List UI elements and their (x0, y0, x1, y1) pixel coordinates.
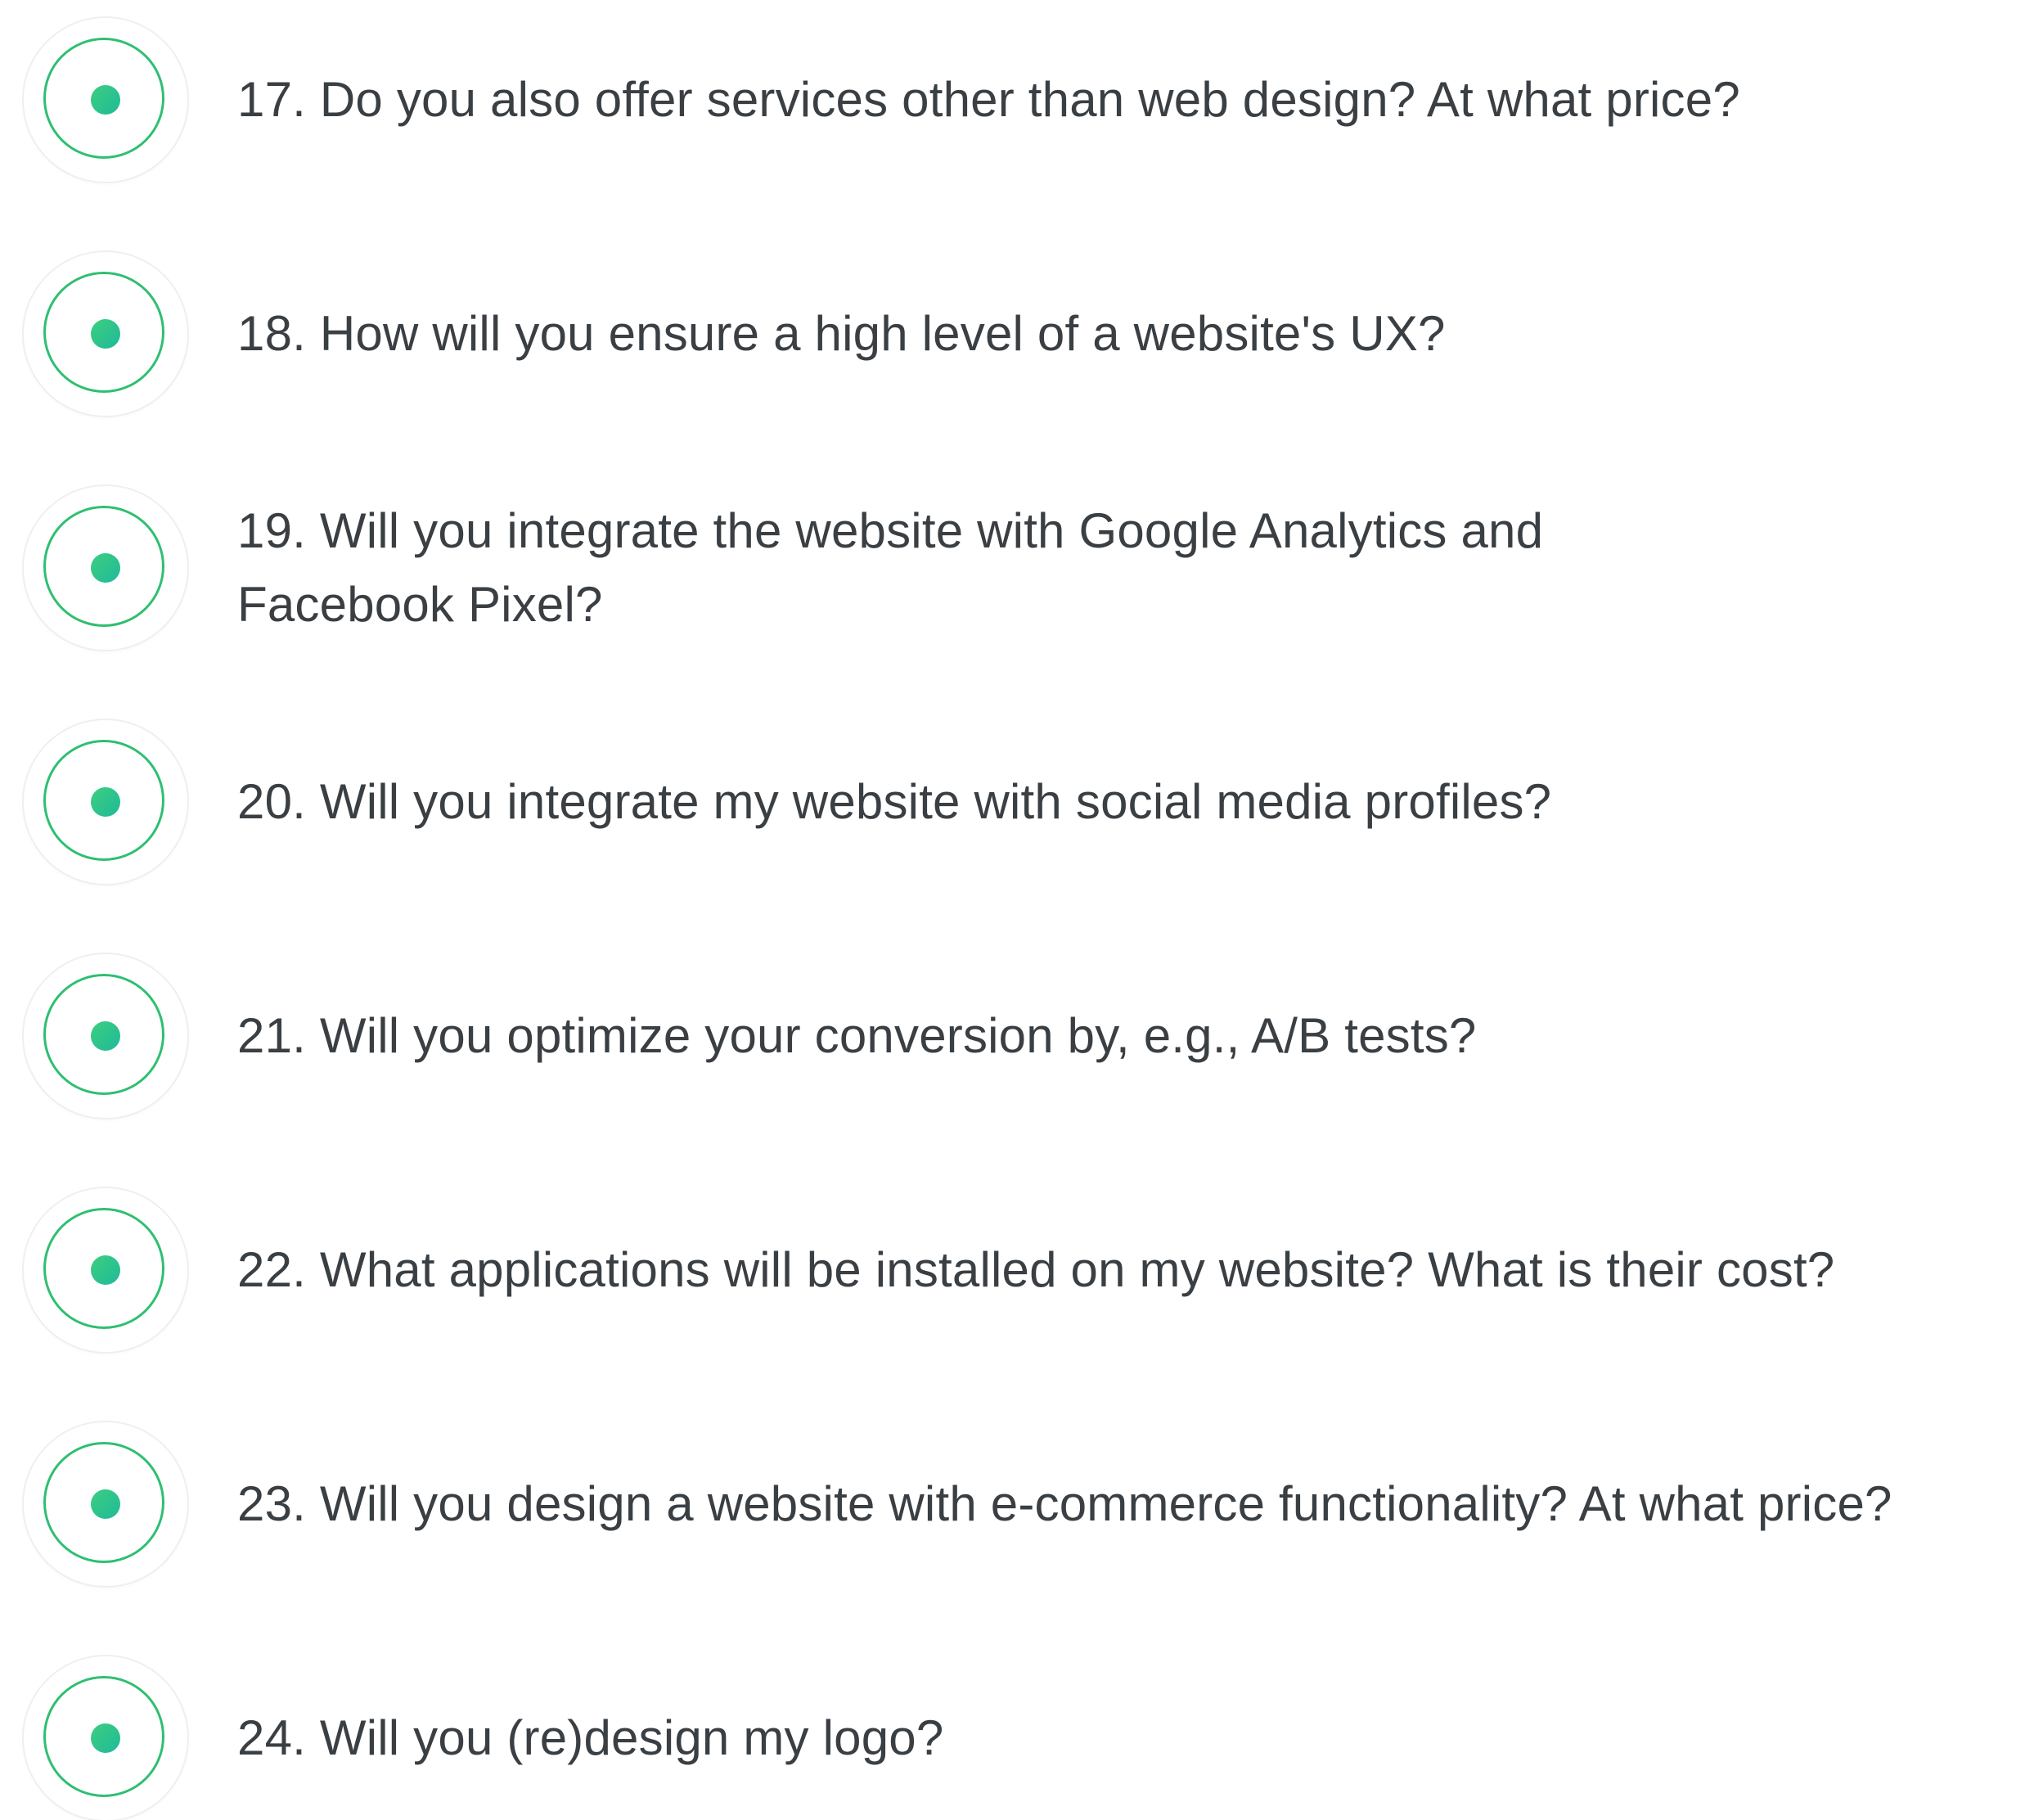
radio-dot-icon (24, 1422, 187, 1586)
dot (91, 319, 120, 349)
faq-question[interactable]: 20. Will you integrate my website with s… (237, 765, 2021, 839)
faq-question[interactable]: 24. Will you (re)design my logo? (237, 1701, 2021, 1775)
faq-question[interactable]: 17. Do you also offer services other tha… (237, 63, 2021, 137)
dot (91, 85, 120, 115)
radio-dot-icon (24, 486, 187, 650)
radio-dot-icon (24, 1656, 187, 1820)
dot (91, 1021, 120, 1051)
dot (91, 553, 120, 583)
dot (91, 1255, 120, 1285)
radio-dot-icon (24, 720, 187, 884)
radio-dot-icon (24, 18, 187, 182)
dot (91, 787, 120, 817)
faq-question[interactable]: 18. How will you ensure a high level of … (237, 297, 2021, 371)
dot (91, 1489, 120, 1519)
radio-dot-icon (24, 1188, 187, 1352)
faq-question[interactable]: 19. Will you integrate the website with … (237, 494, 2021, 642)
faq-question[interactable]: 23. Will you design a website with e-com… (237, 1467, 2021, 1541)
radio-dot-icon (24, 252, 187, 416)
faq-question[interactable]: 22. What applications will be installed … (237, 1233, 2021, 1307)
dot (91, 1723, 120, 1753)
faq-question[interactable]: 21. Will you optimize your conversion by… (237, 999, 2021, 1073)
faq-list: 17. Do you also offer services other tha… (0, 0, 2025, 1820)
radio-dot-icon (24, 954, 187, 1118)
